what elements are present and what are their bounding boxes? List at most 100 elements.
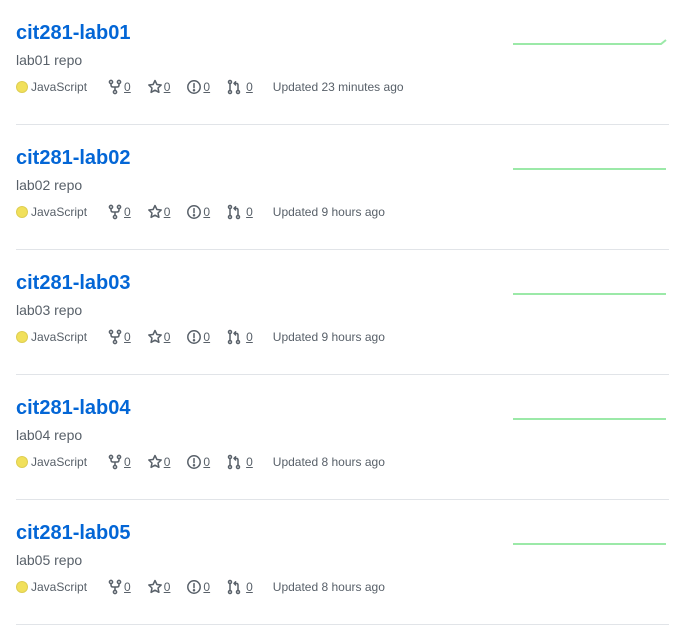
pull-requests-link[interactable]: 0 <box>226 579 253 595</box>
issues-link[interactable]: 0 <box>186 454 210 470</box>
issues-count: 0 <box>203 330 211 344</box>
repo-meta: JavaScript 0 0 0 0 Updated 8 hours ago <box>16 578 385 596</box>
repo-description: lab05 repo <box>16 552 83 568</box>
pull-requests-count: 0 <box>246 205 253 219</box>
language-label: JavaScript <box>31 455 88 469</box>
fork-icon <box>108 579 122 595</box>
pull-requests-link[interactable]: 0 <box>226 329 253 345</box>
repo-language: JavaScript <box>16 330 87 344</box>
stars-count: 0 <box>163 580 171 594</box>
issue-icon <box>187 205 202 219</box>
repo-language: JavaScript <box>16 455 87 469</box>
stars-link[interactable]: 0 <box>147 579 171 595</box>
issue-icon <box>187 580 202 594</box>
fork-icon <box>108 79 122 95</box>
issues-link[interactable]: 0 <box>186 204 210 220</box>
repo-name-link[interactable]: cit281-lab01 <box>16 20 131 46</box>
stars-count: 0 <box>163 80 171 94</box>
repo-name-link[interactable]: cit281-lab05 <box>16 520 131 546</box>
stars-link[interactable]: 0 <box>147 79 171 95</box>
updated-time: Updated 9 hours ago <box>272 330 385 344</box>
star-icon <box>147 579 162 594</box>
fork-icon <box>108 329 122 345</box>
language-color-dot <box>16 206 28 218</box>
forks-count: 0 <box>124 205 131 219</box>
stars-link[interactable]: 0 <box>147 204 171 220</box>
repo-language: JavaScript <box>16 205 87 219</box>
issues-link[interactable]: 0 <box>186 79 210 95</box>
fork-icon <box>108 454 122 470</box>
issues-count: 0 <box>203 80 211 94</box>
activity-sparkline <box>513 293 666 295</box>
repo-name-link[interactable]: cit281-lab02 <box>16 145 131 171</box>
updated-time: Updated 8 hours ago <box>272 580 385 594</box>
stars-count: 0 <box>163 455 171 469</box>
forks-link[interactable]: 0 <box>107 579 131 595</box>
pull-request-icon <box>227 579 241 595</box>
issues-count: 0 <box>203 455 211 469</box>
repo-meta: JavaScript 0 0 0 0 Updated 8 hours ago <box>16 453 385 471</box>
issue-icon <box>187 455 202 469</box>
stars-link[interactable]: 0 <box>147 329 170 345</box>
stars-link[interactable]: 0 <box>147 454 171 470</box>
language-label: JavaScript <box>31 580 88 594</box>
updated-time: Updated 23 minutes ago <box>272 80 404 94</box>
repo-description: lab03 repo <box>16 302 83 318</box>
star-icon <box>147 454 162 469</box>
issue-icon <box>187 330 202 344</box>
language-label: JavaScript <box>31 80 88 94</box>
repo-description: lab02 repo <box>16 177 83 193</box>
forks-count: 0 <box>124 455 131 469</box>
issues-count: 0 <box>203 205 211 219</box>
pull-requests-link[interactable]: 0 <box>226 454 253 470</box>
forks-count: 0 <box>124 330 131 344</box>
pull-requests-link[interactable]: 0 <box>226 204 253 220</box>
pull-request-icon <box>227 79 241 95</box>
forks-link[interactable]: 0 <box>107 204 131 220</box>
repo-item: cit281-lab01 lab01 repo JavaScript 0 0 0… <box>16 0 669 125</box>
language-label: JavaScript <box>31 330 88 344</box>
star-icon <box>147 329 162 344</box>
repo-name-link[interactable]: cit281-lab04 <box>16 395 131 421</box>
star-icon <box>147 204 162 219</box>
repo-description: lab04 repo <box>16 427 83 443</box>
activity-sparkline <box>513 418 666 420</box>
language-label: JavaScript <box>31 205 88 219</box>
stars-count: 0 <box>163 205 171 219</box>
forks-count: 0 <box>124 580 131 594</box>
pull-requests-count: 0 <box>246 330 253 344</box>
repo-description: lab01 repo <box>16 52 83 68</box>
activity-sparkline <box>513 39 667 45</box>
fork-icon <box>108 204 122 220</box>
issues-count: 0 <box>203 580 211 594</box>
pull-requests-count: 0 <box>246 580 253 594</box>
forks-link[interactable]: 0 <box>107 79 131 95</box>
repo-language: JavaScript <box>16 80 87 94</box>
forks-link[interactable]: 0 <box>107 329 131 345</box>
repo-item: cit281-lab02 lab02 repo JavaScript 0 0 0… <box>16 125 669 250</box>
pull-requests-count: 0 <box>246 80 253 94</box>
forks-link[interactable]: 0 <box>107 454 131 470</box>
repo-item: cit281-lab05 lab05 repo JavaScript 0 0 0… <box>16 500 669 625</box>
repo-item: cit281-lab03 lab03 repo JavaScript 0 0 0… <box>16 250 669 375</box>
repo-item: cit281-lab04 lab04 repo JavaScript 0 0 0… <box>16 375 669 500</box>
activity-sparkline <box>513 543 666 545</box>
pull-requests-count: 0 <box>246 455 253 469</box>
issues-link[interactable]: 0 <box>186 329 210 345</box>
pull-request-icon <box>227 454 241 470</box>
forks-count: 0 <box>124 80 131 94</box>
repo-name-link[interactable]: cit281-lab03 <box>16 270 131 296</box>
repo-meta: JavaScript 0 0 0 0 Updated 9 hours ago <box>16 203 385 221</box>
repo-meta: JavaScript 0 0 0 0 Updated 23 minutes ag… <box>16 78 404 96</box>
repo-language: JavaScript <box>16 580 87 594</box>
pull-requests-link[interactable]: 0 <box>226 79 253 95</box>
language-color-dot <box>16 81 28 93</box>
activity-sparkline <box>513 168 666 170</box>
issues-link[interactable]: 0 <box>186 579 210 595</box>
repo-meta: JavaScript 0 0 0 0 Updated 9 hours ago <box>16 328 385 346</box>
language-color-dot <box>16 331 28 343</box>
language-color-dot <box>16 581 28 593</box>
pull-request-icon <box>227 329 241 345</box>
star-icon <box>147 79 162 94</box>
repository-list: cit281-lab01 lab01 repo JavaScript 0 0 0… <box>0 0 676 625</box>
